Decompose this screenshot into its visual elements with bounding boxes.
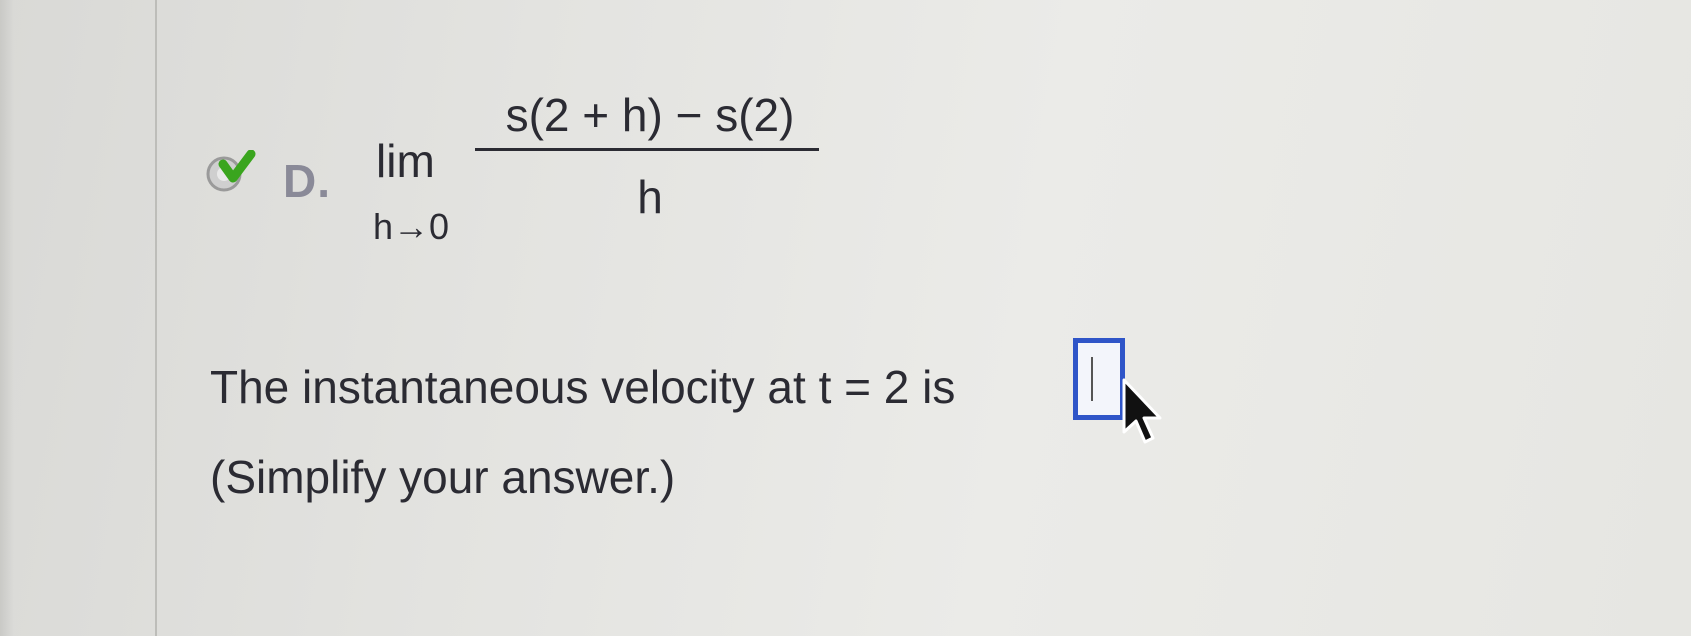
answer-input[interactable] bbox=[1073, 338, 1125, 420]
radio-button-d[interactable] bbox=[205, 150, 256, 192]
choice-letter: D. bbox=[283, 155, 331, 207]
limit-subscript: h→0 bbox=[373, 206, 450, 247]
fraction-numerator: s(2 + h) − s(2) bbox=[505, 89, 795, 141]
limit-label: lim bbox=[376, 135, 435, 187]
question-text: The instantaneous velocity at t = 2 is bbox=[210, 361, 956, 413]
screen-edge bbox=[0, 0, 14, 636]
choice-d[interactable]: D. lim h→0 s(2 + h) − s(2) h bbox=[205, 89, 845, 268]
mouse-pointer-icon bbox=[1122, 378, 1162, 444]
simplify-hint: (Simplify your answer.) bbox=[210, 451, 676, 503]
panel-divider bbox=[155, 0, 157, 636]
fraction-denominator: h bbox=[637, 171, 663, 223]
green-check-icon bbox=[206, 150, 256, 192]
text-caret bbox=[1091, 357, 1093, 401]
fraction-bar bbox=[475, 148, 819, 151]
